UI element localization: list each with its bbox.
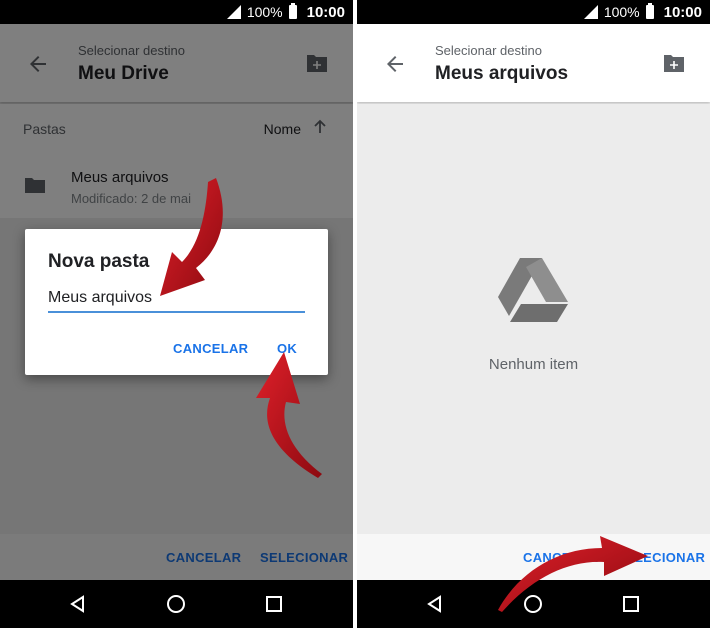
dialog-ok-button[interactable]: OK	[277, 341, 297, 356]
folder-name-input[interactable]	[48, 285, 305, 313]
square-recents-icon[interactable]	[621, 594, 641, 614]
create-folder-icon[interactable]	[662, 52, 686, 74]
app-bar-subtitle: Selecionar destino	[435, 43, 542, 58]
cancel-button[interactable]: CANCELAR	[523, 550, 598, 565]
google-drive-icon	[498, 258, 568, 322]
app-bar-title: Meus arquivos	[435, 63, 569, 84]
circle-home-icon[interactable]	[166, 594, 186, 614]
battery-percentage: 100%	[246, 4, 283, 20]
clock: 10:00	[306, 3, 345, 21]
dialog-title: Nova pasta	[48, 251, 150, 272]
battery-percentage: 100%	[603, 4, 640, 20]
dialog-cancel-button[interactable]: CANCELAR	[173, 341, 248, 356]
clock: 10:00	[663, 3, 702, 21]
left-screen: 100% 10:00 Selecionar destino Meu Drive …	[0, 0, 353, 628]
navigation-bar	[0, 580, 353, 628]
square-recents-icon[interactable]	[264, 594, 284, 614]
bottom-action-bar: CANCELAR SELECIONAR	[357, 534, 710, 580]
app-bar: Selecionar destino Meus arquivos	[357, 24, 710, 102]
battery-icon	[288, 3, 297, 19]
status-bar: 100% 10:00	[357, 0, 710, 24]
circle-home-icon[interactable]	[523, 594, 543, 614]
triangle-back-icon[interactable]	[425, 594, 445, 614]
signal-icon	[226, 5, 241, 19]
battery-icon	[645, 3, 654, 19]
right-screen: 100% 10:00 Selecionar destino Meus arqui…	[357, 0, 710, 628]
new-folder-dialog: Nova pasta CANCELAR OK	[25, 229, 328, 375]
triangle-back-icon[interactable]	[68, 594, 88, 614]
signal-icon	[583, 5, 598, 19]
arrow-left-icon[interactable]	[383, 52, 407, 76]
status-bar: 100% 10:00	[0, 0, 353, 24]
navigation-bar	[357, 580, 710, 628]
empty-state-message: Nenhum item	[488, 356, 579, 373]
select-button[interactable]: SELECIONAR	[617, 550, 705, 565]
